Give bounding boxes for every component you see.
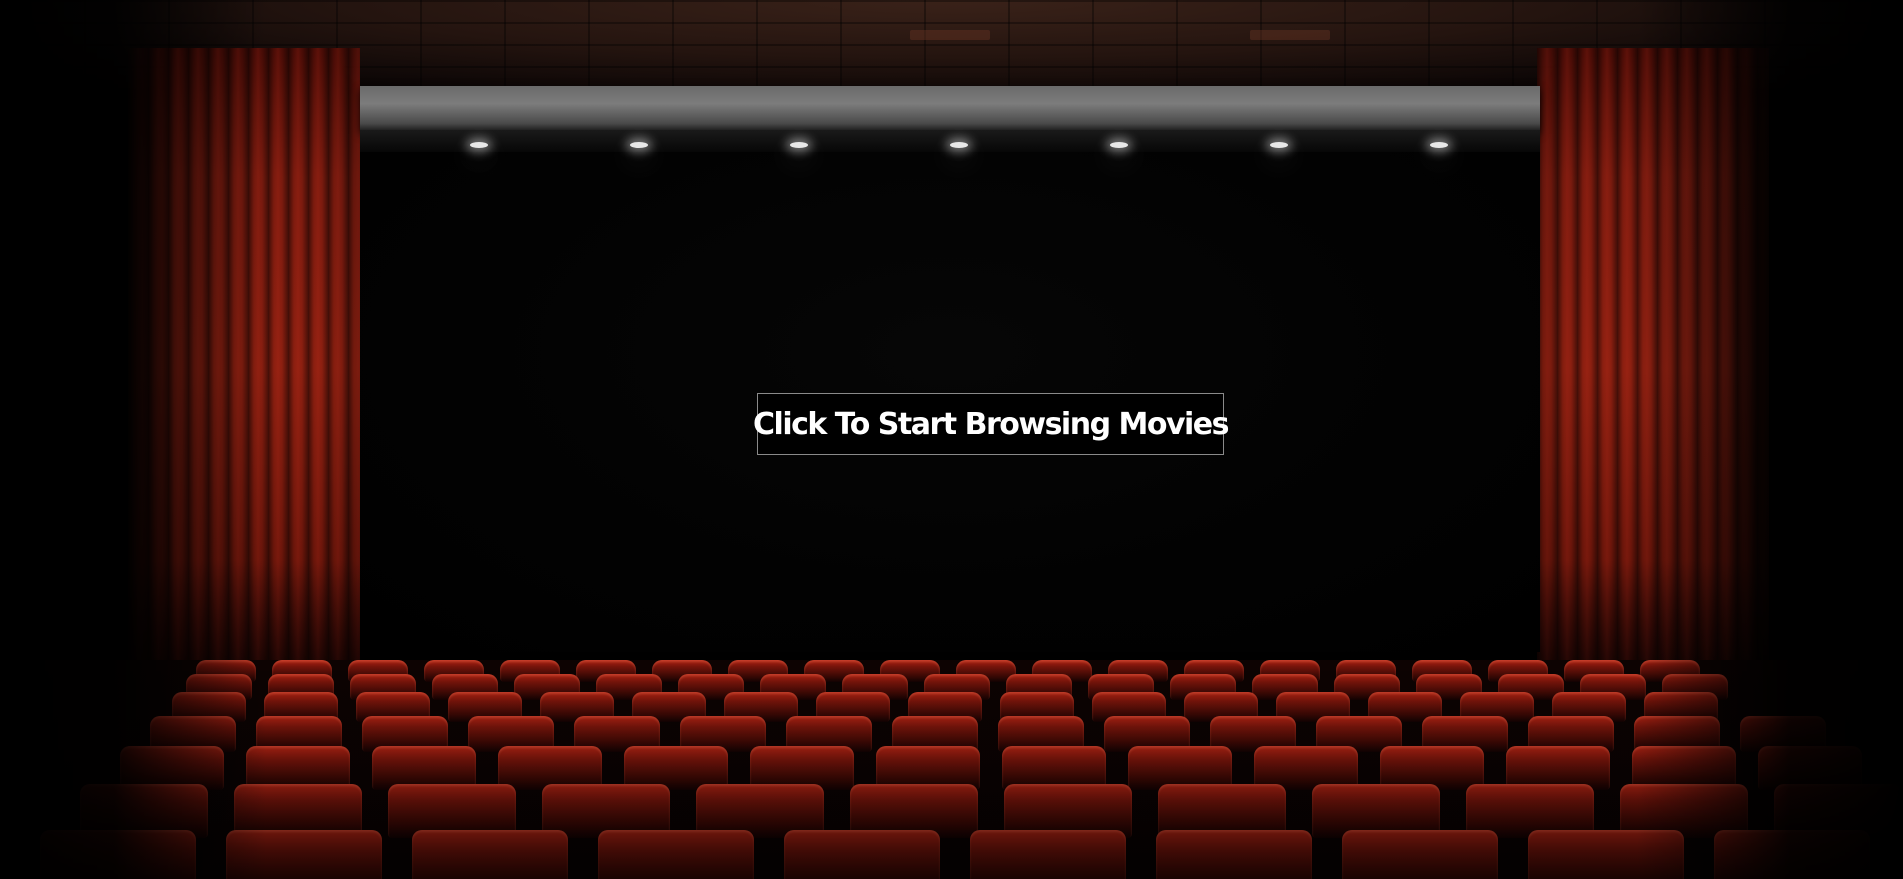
theater-seat — [1528, 830, 1684, 879]
spotlight-icon — [1270, 142, 1288, 148]
theater-seat — [1714, 830, 1870, 879]
seating-area — [0, 660, 1903, 879]
theater-seat — [412, 830, 568, 879]
theater-scene: Click To Start Browsing Movies — [0, 0, 1903, 879]
theater-seat — [970, 830, 1126, 879]
theater-seat — [1342, 830, 1498, 879]
spotlight-icon — [950, 142, 968, 148]
spotlight-icon — [1110, 142, 1128, 148]
spotlight-icon — [790, 142, 808, 148]
spotlight-icon — [470, 142, 488, 148]
theater-seat — [784, 830, 940, 879]
spotlight-icon — [630, 142, 648, 148]
theater-seat — [598, 830, 754, 879]
screen-frame-edge — [360, 130, 1540, 154]
ceiling-panel-light — [1250, 30, 1330, 40]
start-browsing-button[interactable]: Click To Start Browsing Movies — [753, 393, 1230, 455]
theater-seat — [40, 830, 196, 879]
theater-seat — [1156, 830, 1312, 879]
screen-frame — [360, 86, 1540, 130]
spotlight-icon — [1430, 142, 1448, 148]
ceiling-panel-light — [910, 30, 990, 40]
theater-seat — [226, 830, 382, 879]
